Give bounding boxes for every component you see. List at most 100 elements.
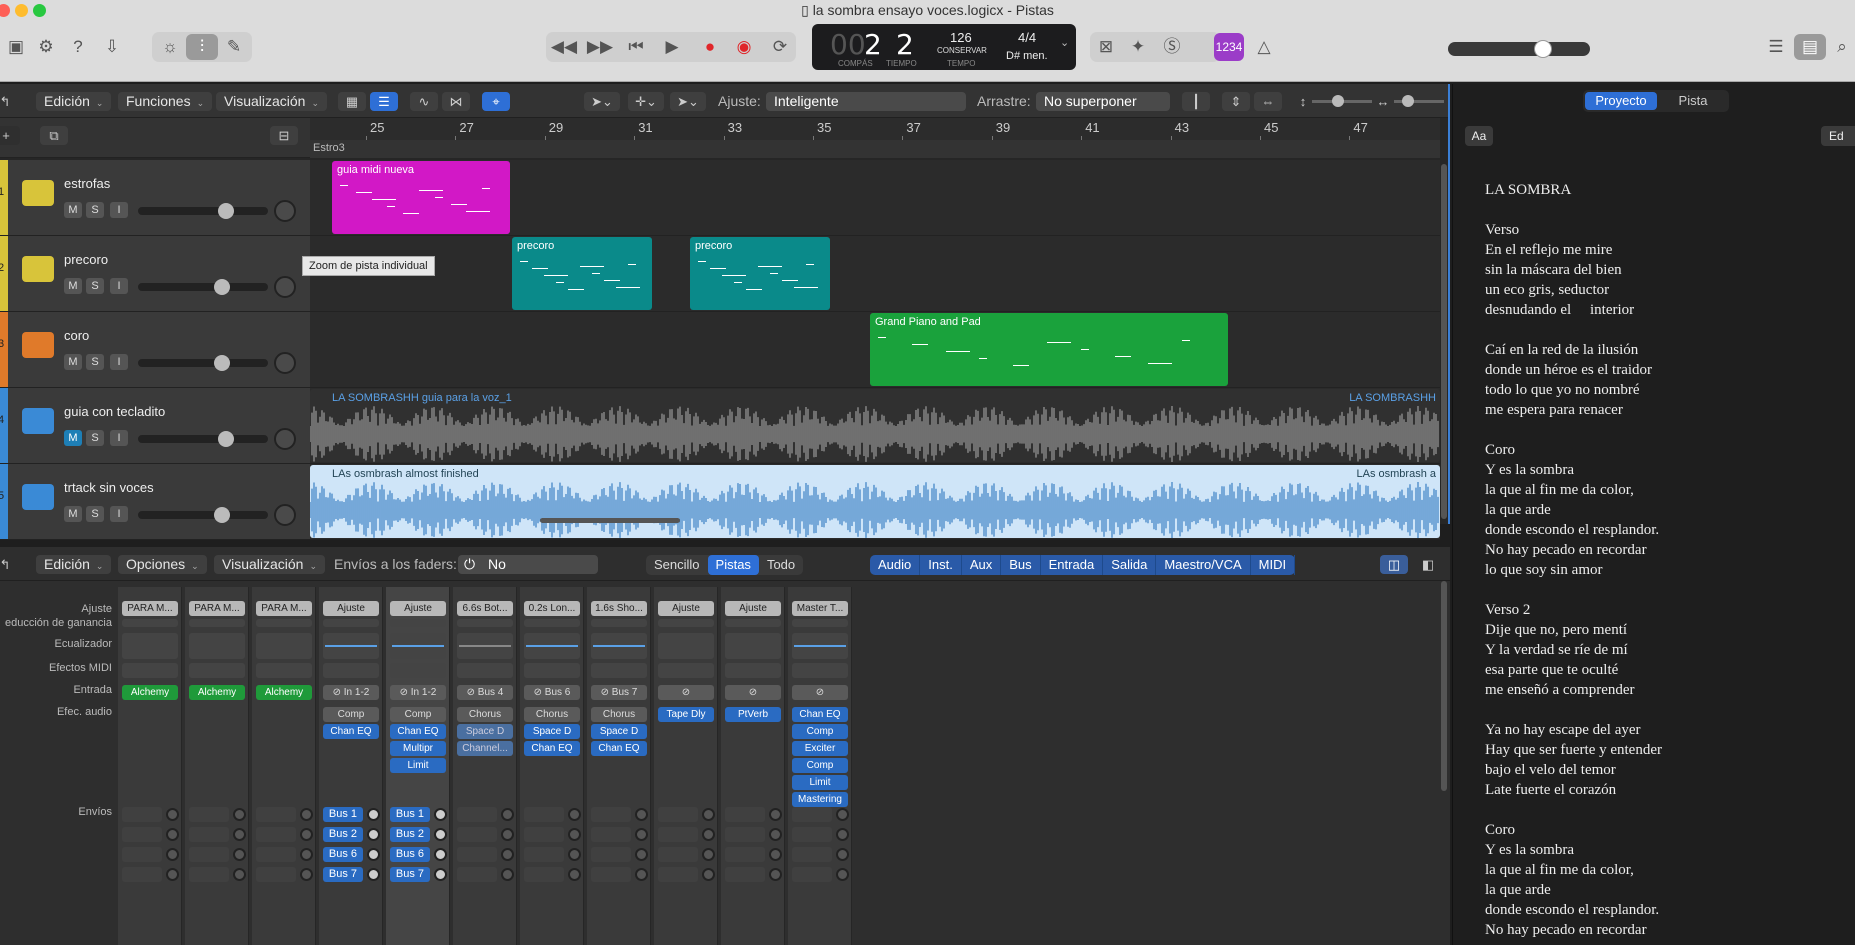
browser-button[interactable]: ⌕ bbox=[1826, 34, 1855, 60]
automation-button[interactable]: ∿ bbox=[410, 92, 438, 111]
strip-send-slot[interactable] bbox=[122, 847, 162, 862]
send-level-knob[interactable] bbox=[300, 868, 313, 881]
track-mute-button[interactable]: M bbox=[64, 506, 82, 522]
track-volume-knob[interactable] bbox=[214, 355, 230, 371]
all-view-button[interactable]: Todo bbox=[759, 555, 803, 575]
metronome-button[interactable]: △ bbox=[1248, 34, 1280, 60]
strip-send-slot[interactable] bbox=[189, 867, 229, 882]
region[interactable]: precoro bbox=[690, 237, 830, 310]
track-input-monitor-button[interactable]: I bbox=[110, 278, 128, 294]
track-input-monitor-button[interactable]: I bbox=[110, 506, 128, 522]
rewind-button[interactable]: ◀◀ bbox=[548, 34, 580, 60]
secondary-tool-menu[interactable]: ✛⌄ bbox=[628, 92, 664, 111]
track-mute-button[interactable]: M bbox=[64, 430, 82, 446]
strip-send-slot[interactable] bbox=[256, 847, 296, 862]
send-level-knob[interactable] bbox=[769, 808, 782, 821]
strip-audio-fx-slot[interactable]: Chorus bbox=[457, 707, 513, 722]
track-volume-knob[interactable] bbox=[218, 203, 234, 219]
strip-send-slot[interactable] bbox=[524, 827, 564, 842]
strip-eq-thumbnail[interactable] bbox=[524, 633, 580, 659]
strip-send-slot[interactable] bbox=[122, 827, 162, 842]
smart-controls-button[interactable]: ☼ bbox=[154, 34, 186, 60]
mixer-edit-menu[interactable]: Edición ⌄ bbox=[36, 555, 112, 574]
replace-record-button[interactable]: ◉ bbox=[728, 34, 760, 60]
strip-midi-fx-slot[interactable] bbox=[457, 663, 513, 678]
strip-send-slot[interactable] bbox=[524, 847, 564, 862]
send-level-knob[interactable] bbox=[300, 808, 313, 821]
send-level-knob[interactable] bbox=[501, 848, 514, 861]
strip-send-slot[interactable] bbox=[122, 807, 162, 822]
snap-select[interactable]: Inteligente bbox=[766, 92, 966, 111]
list-editors-button[interactable]: ☰ bbox=[1760, 34, 1792, 60]
strip-send-slot[interactable] bbox=[457, 827, 497, 842]
strip-send-slot[interactable] bbox=[457, 867, 497, 882]
solo-mode-button[interactable]: Ⓢ bbox=[1156, 34, 1188, 60]
count-in-button[interactable]: 1234 bbox=[1214, 33, 1244, 61]
strip-send-slot[interactable] bbox=[256, 867, 296, 882]
strip-send-slot[interactable] bbox=[591, 807, 631, 822]
track-volume-fader[interactable] bbox=[138, 279, 268, 295]
vertical-zoom-knob[interactable] bbox=[1332, 95, 1344, 107]
pan-knob[interactable] bbox=[274, 504, 296, 526]
send-level-knob[interactable] bbox=[233, 868, 246, 881]
track-name[interactable]: estrofas bbox=[64, 176, 110, 191]
forward-button[interactable]: ▶▶ bbox=[584, 34, 616, 60]
region[interactable]: guia midi nueva bbox=[332, 161, 510, 234]
duplicate-track-button[interactable]: ⧉ bbox=[40, 126, 68, 145]
track-mute-button[interactable]: M bbox=[64, 202, 82, 218]
tracks-view-button[interactable]: Pistas bbox=[707, 555, 759, 575]
strip-audio-fx-slot[interactable]: Chan EQ bbox=[591, 741, 647, 756]
flex-button[interactable]: ⋈ bbox=[442, 92, 470, 111]
send-level-knob[interactable] bbox=[166, 808, 179, 821]
track-solo-button[interactable]: S bbox=[86, 278, 104, 294]
send-level-knob[interactable] bbox=[367, 828, 380, 841]
strip-send-slot[interactable]: Bus 7 bbox=[390, 867, 430, 882]
strip-send-slot[interactable] bbox=[725, 827, 765, 842]
simple-view-button[interactable]: Sencillo bbox=[646, 555, 708, 575]
mixer-vertical-scrollbar[interactable] bbox=[1441, 581, 1447, 791]
strip-audio-fx-slot[interactable]: Chan EQ bbox=[524, 741, 580, 756]
strip-send-slot[interactable]: Bus 1 bbox=[323, 807, 363, 822]
track-header-2[interactable]: 2 precoro M S I bbox=[0, 236, 310, 312]
mixer-filter-midi[interactable]: MIDI bbox=[1251, 555, 1296, 575]
send-level-knob[interactable] bbox=[501, 868, 514, 881]
send-level-knob[interactable] bbox=[836, 868, 849, 881]
tracks-view-menu[interactable]: Visualización ⌄ bbox=[216, 92, 328, 111]
track-input-monitor-button[interactable]: I bbox=[110, 430, 128, 446]
strip-input-slot[interactable]: ⊘ In 1-2 bbox=[390, 685, 446, 700]
strip-eq-thumbnail[interactable] bbox=[122, 633, 178, 659]
send-level-knob[interactable] bbox=[501, 828, 514, 841]
strip-send-slot[interactable]: Bus 1 bbox=[390, 807, 430, 822]
strip-send-slot[interactable] bbox=[189, 847, 229, 862]
font-button[interactable]: Aa bbox=[1465, 126, 1493, 146]
bar-ruler[interactable]: 25 27 29 31 33 35 37 39 41 43 45 47 Estro3 bbox=[310, 118, 1440, 158]
track-volume-fader[interactable] bbox=[138, 507, 268, 523]
strip-send-slot[interactable]: Bus 2 bbox=[390, 827, 430, 842]
strip-setting-button[interactable]: Master T... bbox=[792, 601, 848, 616]
strip-send-slot[interactable]: Bus 7 bbox=[323, 867, 363, 882]
strip-midi-fx-slot[interactable] bbox=[792, 663, 848, 678]
drag-select[interactable]: No superponer bbox=[1036, 92, 1170, 111]
strip-setting-button[interactable]: 6.6s Bot... bbox=[457, 601, 513, 616]
strip-send-slot[interactable] bbox=[725, 807, 765, 822]
audio-region[interactable]: LA SOMBRASHH guia para la voz_1 LA SOMBRA… bbox=[310, 389, 1440, 462]
strip-input-slot[interactable]: ⊘ bbox=[792, 685, 848, 700]
send-level-knob[interactable] bbox=[166, 848, 179, 861]
track-name[interactable]: precoro bbox=[64, 252, 108, 267]
strip-input-slot[interactable]: Alchemy bbox=[189, 685, 245, 700]
strip-send-slot[interactable] bbox=[189, 807, 229, 822]
strip-audio-fx-slot[interactable]: Mastering bbox=[792, 792, 848, 807]
strip-gain-slot[interactable] bbox=[591, 619, 647, 627]
global-tracks-button[interactable]: ⊟ bbox=[270, 126, 298, 145]
track-header-1[interactable]: 1 estrofas M S I bbox=[0, 160, 310, 236]
sends-on-faders-select[interactable]: ⏻ No bbox=[458, 555, 598, 574]
track-lane-5[interactable]: LAs osmbrash almost finished LAs osmbrash… bbox=[310, 464, 1440, 540]
strip-input-slot[interactable]: ⊘ bbox=[725, 685, 781, 700]
strip-audio-fx-slot[interactable]: Chan EQ bbox=[792, 707, 848, 722]
track-lane-2[interactable]: precoro precoro bbox=[310, 236, 1440, 312]
tuner-button[interactable]: ⊠ bbox=[1090, 34, 1122, 60]
strip-eq-thumbnail[interactable] bbox=[189, 633, 245, 659]
track-solo-button[interactable]: S bbox=[86, 430, 104, 446]
strip-audio-fx-slot[interactable]: PtVerb bbox=[725, 707, 781, 722]
track-volume-fader[interactable] bbox=[138, 203, 268, 219]
